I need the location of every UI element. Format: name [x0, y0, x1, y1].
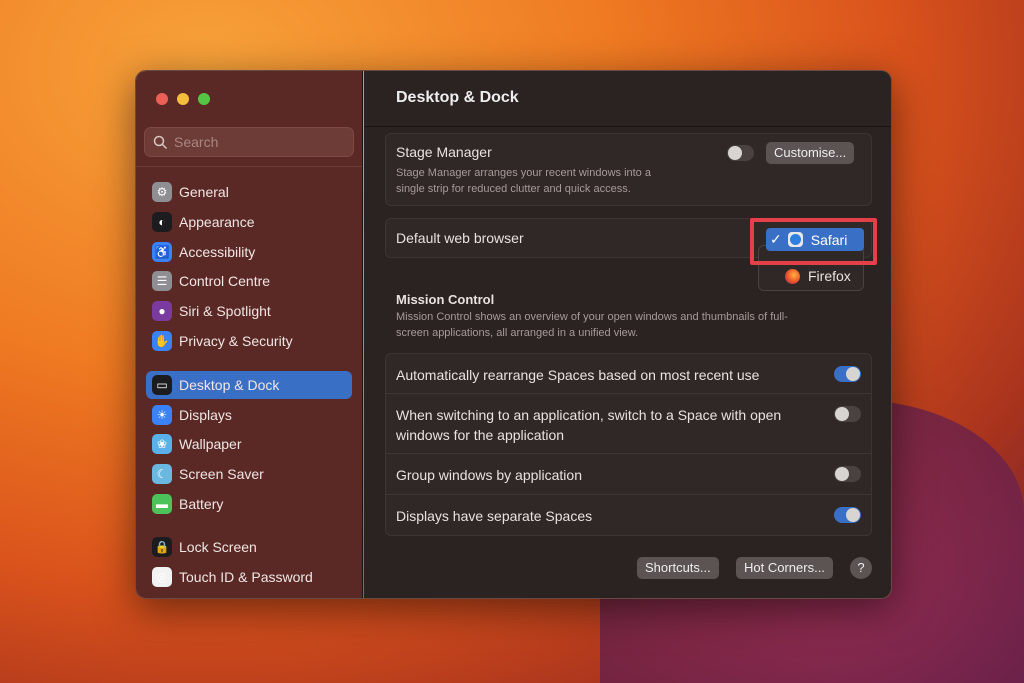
row-label: Automatically rearrange Spaces based on …: [396, 367, 760, 383]
sidebar-item-label: Privacy & Security: [179, 333, 293, 349]
sidebar-icon: ✋: [152, 331, 172, 351]
sidebar-item-touch-id-password[interactable]: ◎ Touch ID & Password: [146, 563, 352, 591]
close-button[interactable]: [156, 93, 168, 105]
settings-window: Search ⚙ General ◐ Appearance ♿ Accessibility…: [135, 70, 892, 599]
customise-button[interactable]: Customise...: [766, 142, 855, 164]
search-icon: [153, 135, 168, 150]
sidebar-item-accessibility[interactable]: ♿ Accessibility: [146, 238, 352, 266]
highlight-box: ✓ Safari: [750, 218, 877, 265]
menu-item-firefox[interactable]: Firefox: [785, 268, 851, 284]
browser-label: Default web browser: [396, 230, 524, 246]
sidebar-icon: ☀: [152, 405, 172, 425]
sidebar-icon: ☾: [152, 464, 172, 484]
sidebar-item-general[interactable]: ⚙ General: [146, 178, 352, 206]
row-label: Displays have separate Spaces: [396, 508, 593, 524]
mission-control-desc-2: screen applications, all arranged in a u…: [396, 327, 639, 339]
sidebar-item-label: Desktop & Dock: [179, 377, 280, 393]
sidebar-item-battery[interactable]: ▬ Battery: [146, 490, 352, 518]
hot-corners-button[interactable]: Hot Corners...: [736, 557, 833, 579]
stage-manager-desc: Stage Manager arranges your recent windo…: [396, 167, 651, 179]
safari-icon: [787, 232, 803, 247]
mission-row: Displays have separate Spaces: [386, 495, 871, 536]
sidebar-item-label: Control Centre: [179, 273, 271, 289]
menu-item-safari[interactable]: ✓ Safari: [766, 228, 864, 251]
main-pane: Desktop & Dock Stage Manager Stage Manag…: [364, 71, 891, 598]
sidebar-item-control-centre[interactable]: ☰ Control Centre: [146, 267, 352, 295]
mission-row: Group windows by application: [386, 454, 871, 495]
sidebar-item-label: Screen Saver: [179, 466, 264, 482]
sidebar-icon: ◎: [152, 567, 172, 587]
sidebar-item-desktop-dock[interactable]: ▭ Desktop & Dock: [146, 371, 352, 399]
divider: [136, 166, 362, 167]
safari-label: Safari: [810, 231, 848, 248]
sidebar-item-label: Battery: [179, 496, 224, 512]
row-toggle[interactable]: [834, 406, 861, 422]
sidebar-item-siri-spotlight[interactable]: ● Siri & Spotlight: [146, 297, 352, 325]
sidebar-item-label: Appearance: [179, 214, 255, 230]
stage-manager-title: Stage Manager: [396, 144, 492, 160]
row-label: When switching to an application, switch…: [396, 407, 782, 443]
sidebar-icon: ☰: [152, 271, 172, 291]
sidebar-item-label: Displays: [179, 407, 232, 423]
sidebar-icon: ⚙: [152, 182, 172, 202]
sidebar-icon: ●: [152, 301, 172, 321]
sidebar-item-lock-screen[interactable]: 🔒 Lock Screen: [146, 533, 352, 561]
sidebar-icon: ▬: [152, 494, 172, 514]
sidebar-item-label: Accessibility: [179, 244, 256, 260]
sidebar-item-appearance[interactable]: ◐ Appearance: [146, 208, 352, 236]
sidebar-item-label: Wallpaper: [179, 436, 242, 452]
sidebar-item-label: General: [179, 184, 229, 200]
firefox-icon: [785, 268, 800, 284]
page-title: Desktop & Dock: [396, 89, 519, 106]
help-button[interactable]: ?: [850, 557, 872, 579]
row-toggle[interactable]: [834, 366, 861, 382]
mission-control-group: Automatically rearrange Spaces based on …: [385, 353, 872, 536]
zoom-button[interactable]: [198, 93, 210, 105]
mission-control-desc: Mission Control shows an overview of you…: [396, 311, 788, 323]
row-label: Group windows by application: [396, 467, 582, 483]
mission-row: When switching to an application, switch…: [386, 394, 871, 454]
sidebar-icon: ❀: [152, 434, 172, 454]
mission-row: Automatically rearrange Spaces based on …: [386, 354, 871, 394]
row-toggle[interactable]: [834, 466, 861, 482]
search-placeholder: Search: [174, 134, 219, 150]
checkmark-icon: ✓: [770, 231, 782, 247]
sidebar-item-displays[interactable]: ☀ Displays: [146, 401, 352, 429]
sidebar-item-label: Siri & Spotlight: [179, 303, 271, 319]
sidebar-item-label: Touch ID & Password: [179, 569, 313, 585]
sidebar-item-wallpaper[interactable]: ❀ Wallpaper: [146, 430, 352, 458]
sidebar-icon: ♿: [152, 242, 172, 262]
shortcuts-button[interactable]: Shortcuts...: [637, 557, 719, 579]
firefox-label: Firefox: [808, 268, 851, 284]
sidebar-item-screen-saver[interactable]: ☾ Screen Saver: [146, 460, 352, 488]
stage-manager-group: Stage Manager Stage Manager arranges you…: [385, 133, 872, 206]
sidebar-icon: ◐: [152, 212, 172, 232]
sidebar-icon: 🔒: [152, 537, 172, 557]
sidebar-icon: ▭: [152, 375, 172, 395]
stage-manager-toggle[interactable]: [727, 145, 754, 161]
sidebar-item-privacy-security[interactable]: ✋ Privacy & Security: [146, 327, 352, 355]
minimize-button[interactable]: [177, 93, 189, 105]
stage-manager-desc-2: single strip for reduced clutter and qui…: [396, 183, 631, 195]
sidebar: Search ⚙ General ◐ Appearance ♿ Accessibility…: [136, 71, 363, 598]
header: Desktop & Dock: [364, 71, 891, 127]
row-toggle[interactable]: [834, 507, 861, 523]
sidebar-item-label: Lock Screen: [179, 539, 257, 555]
mission-control-title: Mission Control: [396, 292, 495, 307]
search-input[interactable]: Search: [144, 127, 354, 157]
